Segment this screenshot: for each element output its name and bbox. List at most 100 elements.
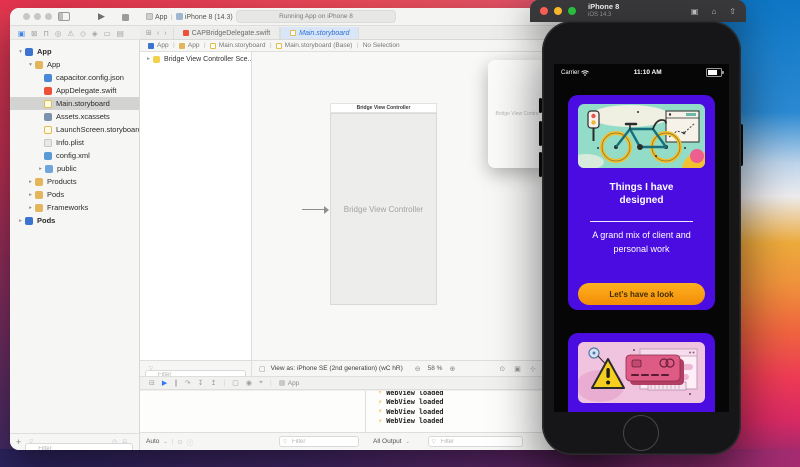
battery-icon	[706, 68, 724, 77]
hide-debug-area-icon[interactable]: ⊟	[149, 379, 155, 387]
designed-card[interactable]: Things I have designed A grand mix of cl…	[568, 95, 715, 310]
toggle-navigator-icon[interactable]	[58, 12, 70, 21]
chevron-icon: ⟩	[170, 15, 173, 21]
run-button[interactable]: ▶	[98, 11, 105, 22]
folder-icon	[178, 42, 185, 49]
minimize-window-button[interactable]	[554, 7, 562, 15]
xcode-toolbar: ▶ App ⟩ iPhone 8 (14.3) Running App on iPh…	[10, 8, 620, 26]
chevron-down-icon: ⌄	[163, 438, 168, 445]
simulator-titlebar[interactable]: iPhone 8 iOS 14.3 ▣ ⌂ ⇧	[530, 0, 746, 22]
issue-navigator-icon[interactable]: ⚠	[67, 29, 74, 38]
bolt-icon: ⚡	[378, 391, 383, 397]
chevron-down-icon: ⌄	[405, 438, 410, 445]
add-file-button[interactable]: +	[16, 437, 21, 447]
zoom-window-button[interactable]	[45, 13, 52, 20]
console-filter-input[interactable]	[427, 436, 523, 447]
breakpoint-navigator-icon[interactable]: ▭	[104, 29, 111, 38]
simulate-location-icon[interactable]: ⌖	[259, 379, 263, 387]
variables-view-bar: Auto ⌄ | ⊙ ⓘ ▽	[140, 432, 365, 450]
zoom-level[interactable]: 58 %	[428, 365, 443, 372]
pause-icon[interactable]: ∥	[174, 379, 178, 387]
memory-graph-icon[interactable]: ◉	[246, 379, 252, 387]
card-subtitle: A grand mix of client and personal work	[592, 230, 691, 254]
tree-item-app-project[interactable]: ▾ App	[10, 45, 139, 58]
zoom-window-button[interactable]	[568, 7, 576, 15]
tree-item-appdelegate[interactable]: AppDelegate.swift	[10, 84, 139, 97]
storyboard-file-icon	[290, 30, 297, 36]
tree-item-app-group[interactable]: ▾ App	[10, 58, 139, 71]
outline-item-scene[interactable]: ▸ Bridge View Controller Sce...	[140, 52, 251, 66]
symbol-navigator-icon[interactable]: Π	[43, 29, 48, 38]
tree-item-public[interactable]: ▸ public	[10, 162, 139, 175]
filter-icon: ▽	[149, 365, 153, 372]
scheme-selector[interactable]: App ⟩ iPhone 8 (14.3)	[146, 13, 233, 21]
iphone-screen[interactable]: Carrier 11:10 AM Things I have designed …	[554, 64, 729, 412]
device-icon	[175, 13, 183, 20]
filter-options-icons[interactable]: ◷ ⊡	[112, 439, 129, 445]
view-controller-scene[interactable]: Bridge View Controller	[330, 113, 437, 305]
lets-have-a-look-button[interactable]: Let’s have a look	[578, 283, 705, 305]
info-icon[interactable]: ⓘ	[187, 437, 194, 447]
zoom-out-icon[interactable]: ⊖	[415, 365, 421, 373]
tree-item-assets[interactable]: Assets.xcassets	[10, 110, 139, 123]
project-navigator-icon[interactable]: ▣	[18, 29, 25, 38]
tree-item-main-storyboard[interactable]: Main.storyboard	[10, 97, 139, 110]
add-constraints-icon[interactable]: ⊹	[530, 365, 536, 373]
view-as-label[interactable]: View as: iPhone SE (2nd generation) (wC …	[271, 365, 403, 372]
go-forward-icon[interactable]: ›	[164, 30, 166, 37]
update-frames-icon[interactable]: ⊙	[499, 365, 505, 373]
tree-item-products[interactable]: ▸ Products	[10, 175, 139, 188]
scene-title-bar[interactable]: Bridge View Controller	[330, 103, 437, 113]
tree-item-pods-project[interactable]: ▸ Pods	[10, 214, 139, 227]
project-icon	[148, 42, 154, 49]
swift-file-icon	[182, 30, 189, 36]
device-bar-icon[interactable]: ▢	[259, 365, 266, 373]
second-card[interactable]	[568, 333, 715, 412]
step-out-icon[interactable]: ↥	[211, 379, 217, 387]
close-window-button[interactable]	[540, 7, 548, 15]
console-scope-selector[interactable]: All Output	[373, 438, 402, 445]
tree-item-capacitor-config[interactable]: capacitor.config.json	[10, 71, 139, 84]
align-icon[interactable]: ▣	[514, 365, 521, 373]
source-control-navigator-icon[interactable]: ⊠	[31, 29, 37, 38]
minimize-window-button[interactable]	[34, 13, 41, 20]
quicklook-icon[interactable]: ⊙	[177, 438, 182, 446]
breakpoints-toggle-icon[interactable]: ▶	[162, 379, 167, 387]
go-back-icon[interactable]: ‹	[157, 30, 159, 37]
filter-icon: ▽	[431, 438, 436, 445]
variables-scope-selector[interactable]: Auto	[146, 438, 159, 445]
tab-capbridgedelegate[interactable]: CAPBridgeDelegate.swift	[172, 27, 281, 39]
process-badge[interactable]: App	[278, 380, 299, 387]
debug-navigator-icon[interactable]: ◈	[92, 29, 98, 38]
step-into-icon[interactable]: ↧	[198, 379, 204, 387]
tree-item-launchscreen[interactable]: LaunchScreen.storyboard	[10, 123, 139, 136]
activity-status: Running App on iPhone 8	[236, 10, 396, 23]
tree-item-config-xml[interactable]: config.xml	[10, 149, 139, 162]
close-window-button[interactable]	[23, 13, 30, 20]
find-navigator-icon[interactable]: ◎	[55, 29, 62, 38]
zoom-in-icon[interactable]: ⊕	[449, 365, 455, 373]
bolt-icon: ⚡	[378, 398, 383, 406]
tree-item-frameworks[interactable]: ▸ Frameworks	[10, 201, 139, 214]
test-navigator-icon[interactable]: ◇	[80, 29, 86, 38]
tree-item-pods-group[interactable]: ▸ Pods	[10, 188, 139, 201]
tree-item-info-plist[interactable]: Info.plist	[10, 136, 139, 149]
report-navigator-icon[interactable]: ▤	[117, 29, 124, 38]
step-over-icon[interactable]: ↷	[185, 379, 191, 387]
screenshot-icon[interactable]: ▣	[691, 7, 699, 16]
arrowhead-icon	[324, 205, 329, 214]
variables-filter-input[interactable]	[279, 436, 359, 447]
stop-button[interactable]	[122, 13, 129, 21]
storyboard-icon	[209, 42, 216, 49]
filter-icon: ▽	[29, 439, 34, 445]
navigator-filter-bar: + ▽ ◷ ⊡	[10, 433, 139, 450]
related-items-icon[interactable]: ⊞	[146, 29, 152, 37]
home-icon[interactable]: ⌂	[711, 7, 716, 16]
floating-preview-panel: Bridge View Contro	[488, 60, 546, 168]
view-hierarchy-icon[interactable]: ▢	[232, 379, 239, 387]
home-button[interactable]	[623, 415, 659, 451]
warning-illustration	[578, 342, 705, 403]
tab-main-storyboard[interactable]: Main.storyboard	[280, 27, 360, 39]
share-icon[interactable]: ⇧	[729, 7, 736, 16]
navigator-bar: ▣ ⊠ Π ◎ ⚠ ◇ ◈ ▭ ▤	[10, 27, 140, 40]
